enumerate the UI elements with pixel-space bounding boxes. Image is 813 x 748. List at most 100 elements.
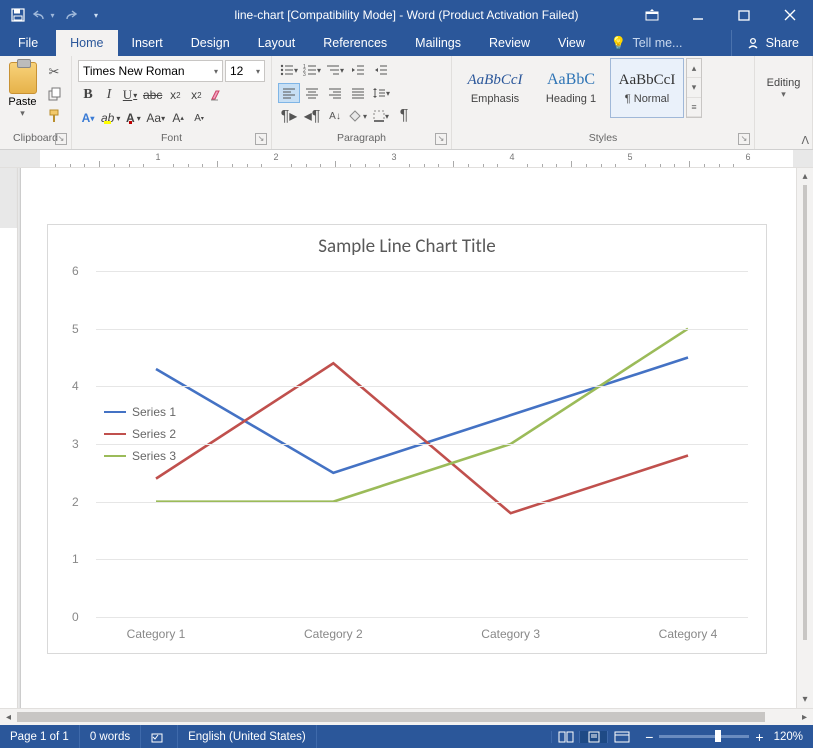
decrease-indent-button[interactable] — [347, 60, 369, 80]
italic-button[interactable]: I — [99, 85, 119, 105]
share-button[interactable]: Share — [731, 30, 813, 56]
tab-insert[interactable]: Insert — [118, 30, 177, 56]
web-layout-button[interactable] — [607, 731, 635, 743]
copy-button[interactable] — [43, 84, 65, 104]
ltr-button[interactable]: ¶▸ — [278, 106, 300, 126]
increase-indent-button[interactable] — [370, 60, 392, 80]
chart-object[interactable]: Sample Line Chart Title Series 1Series 2… — [47, 224, 767, 654]
strikethrough-button[interactable]: abc — [141, 85, 164, 105]
shrink-font-button[interactable]: A▾ — [189, 108, 209, 128]
chevron-down-icon: ▾ — [781, 89, 786, 100]
print-layout-button[interactable] — [579, 731, 607, 743]
tab-references[interactable]: References — [309, 30, 401, 56]
tell-me[interactable]: 💡 Tell me... — [599, 30, 695, 56]
zoom-level[interactable]: 120% — [774, 731, 803, 743]
chevron-down-icon: ▾ — [20, 108, 25, 119]
rtl-button[interactable]: ◂¶ — [301, 106, 323, 126]
scroll-left-icon[interactable]: ◂ — [0, 709, 17, 725]
ribbon-tabs: File Home Insert Design Layout Reference… — [0, 30, 813, 56]
clear-formatting-button[interactable] — [207, 85, 227, 105]
tab-review[interactable]: Review — [475, 30, 544, 56]
grow-font-button[interactable]: A▴ — [168, 108, 188, 128]
minimize-button[interactable] — [675, 0, 721, 30]
styles-group-label: Styles↘ — [452, 132, 754, 149]
scroll-up-icon[interactable]: ▴ — [797, 168, 813, 185]
text-effects-button[interactable]: A▾ — [78, 108, 98, 128]
scrollbar-thumb[interactable] — [17, 712, 765, 722]
language-status[interactable]: English (United States) — [178, 725, 317, 748]
tab-design[interactable]: Design — [177, 30, 244, 56]
font-size-combo[interactable]: 12▾ — [225, 60, 265, 82]
highlight-button[interactable]: ab▾ — [99, 108, 122, 128]
show-marks-button[interactable]: ¶ — [393, 106, 415, 126]
shading-button[interactable]: ▾ — [347, 106, 369, 126]
underline-button[interactable]: U▾ — [120, 85, 140, 105]
scroll-down-icon[interactable]: ▾ — [687, 78, 701, 97]
styles-scroll[interactable]: ▴ ▾ ≡ — [686, 58, 702, 118]
tab-layout[interactable]: Layout — [244, 30, 310, 56]
zoom-out-button[interactable]: − — [645, 729, 653, 745]
align-center-button[interactable] — [301, 83, 323, 103]
line-spacing-button[interactable]: ▾ — [370, 83, 392, 103]
editing-button[interactable]: Editing ▾ — [761, 60, 806, 116]
scrollbar-thumb[interactable] — [803, 185, 807, 640]
qat-customize[interactable]: ▾ — [84, 3, 108, 27]
style-heading1[interactable]: AaBbC Heading 1 — [534, 58, 608, 118]
spell-check-button[interactable] — [141, 725, 178, 748]
page-status[interactable]: Page 1 of 1 — [0, 725, 80, 748]
maximize-button[interactable] — [721, 0, 767, 30]
zoom-in-button[interactable]: + — [755, 729, 763, 745]
format-painter-button[interactable] — [43, 106, 65, 126]
zoom-thumb[interactable] — [715, 730, 721, 742]
styles-expand-icon[interactable]: ≡ — [687, 98, 701, 117]
scroll-right-icon[interactable]: ▸ — [796, 709, 813, 725]
vertical-scrollbar[interactable]: ▴ ▾ — [796, 168, 813, 708]
scroll-up-icon[interactable]: ▴ — [687, 59, 701, 78]
bold-button[interactable]: B — [78, 85, 98, 105]
change-case-button[interactable]: Aa▾ — [144, 108, 167, 128]
paste-button[interactable]: Paste ▾ — [6, 60, 39, 119]
font-name-combo[interactable]: Times New Roman▾ — [78, 60, 223, 82]
word-count[interactable]: 0 words — [80, 725, 141, 748]
ribbon-options-button[interactable] — [629, 0, 675, 30]
tab-file[interactable]: File — [0, 30, 56, 56]
tab-home[interactable]: Home — [56, 30, 117, 56]
cut-button[interactable]: ✂ — [43, 62, 65, 82]
chevron-down-icon: ▾ — [214, 67, 218, 76]
font-launcher[interactable]: ↘ — [255, 133, 267, 145]
horizontal-scrollbar[interactable]: ◂ ▸ — [0, 708, 813, 725]
font-color-button[interactable]: A▾ — [123, 108, 143, 128]
read-mode-button[interactable] — [551, 731, 579, 743]
window-title: line-chart [Compatibility Mode] - Word (… — [235, 8, 579, 22]
collapse-ribbon-button[interactable]: ᐱ — [801, 134, 809, 147]
clipboard-group-label: Clipboard↘ — [0, 132, 71, 149]
styles-launcher[interactable]: ↘ — [738, 133, 750, 145]
borders-button[interactable]: ▾ — [370, 106, 392, 126]
justify-button[interactable] — [347, 83, 369, 103]
align-left-button[interactable] — [278, 83, 300, 103]
save-button[interactable] — [6, 3, 30, 27]
undo-button[interactable]: ▾ — [32, 3, 56, 27]
redo-button[interactable] — [58, 3, 82, 27]
clipboard-launcher[interactable]: ↘ — [55, 133, 67, 145]
multilevel-list-button[interactable]: ▾ — [324, 60, 346, 80]
numbering-button[interactable]: 123▾ — [301, 60, 323, 80]
share-icon — [746, 36, 760, 50]
sort-button[interactable]: A↓ — [324, 106, 346, 126]
tab-mailings[interactable]: Mailings — [401, 30, 475, 56]
scroll-down-icon[interactable]: ▾ — [797, 691, 813, 708]
superscript-button[interactable]: x2 — [186, 85, 206, 105]
close-button[interactable] — [767, 0, 813, 30]
subscript-button[interactable]: x2 — [165, 85, 185, 105]
zoom-slider[interactable] — [659, 735, 749, 738]
style-normal[interactable]: AaBbCcI ¶ Normal — [610, 58, 684, 118]
align-right-button[interactable] — [324, 83, 346, 103]
tab-view[interactable]: View — [544, 30, 599, 56]
style-emphasis[interactable]: AaBbCcI Emphasis — [458, 58, 532, 118]
bullets-button[interactable]: ▾ — [278, 60, 300, 80]
horizontal-ruler[interactable]: 123456 — [0, 150, 813, 168]
vertical-ruler[interactable] — [0, 168, 18, 708]
status-bar: Page 1 of 1 0 words English (United Stat… — [0, 725, 813, 748]
paragraph-launcher[interactable]: ↘ — [435, 133, 447, 145]
document-area: Sample Line Chart Title Series 1Series 2… — [0, 168, 813, 708]
